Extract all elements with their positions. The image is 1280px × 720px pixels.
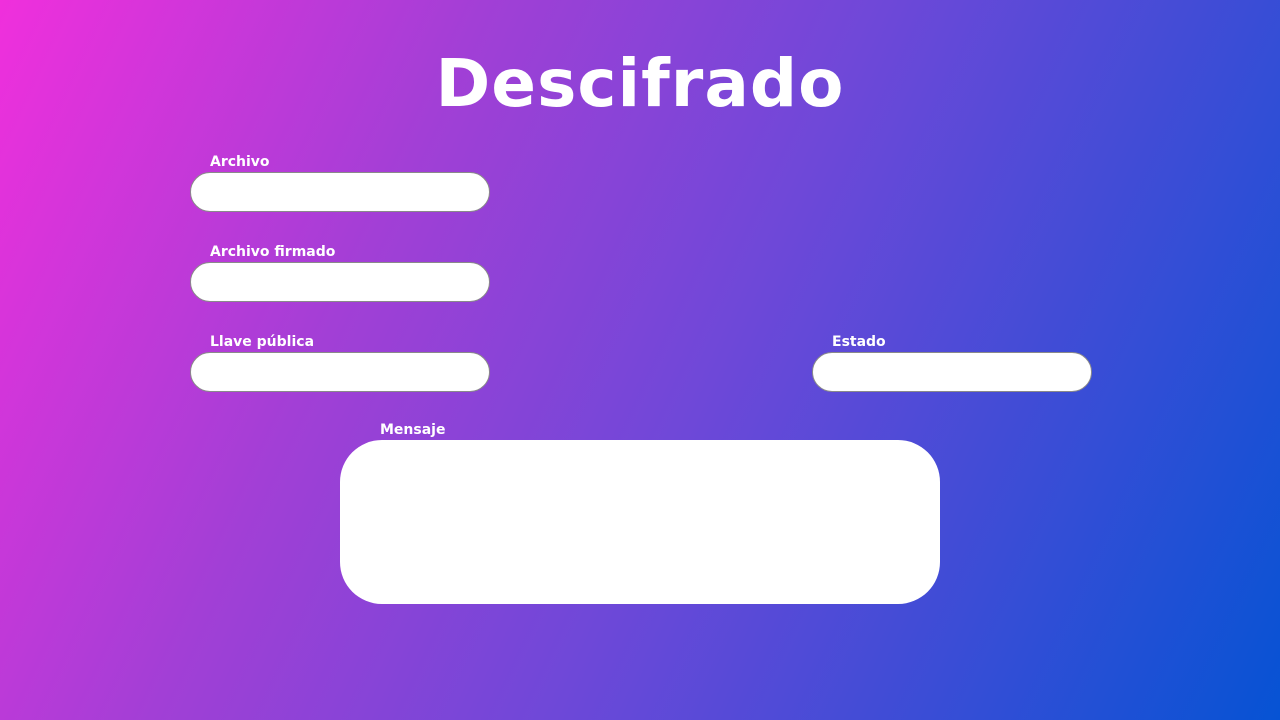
llave-publica-input[interactable] — [190, 352, 490, 392]
llave-publica-label: Llave pública — [210, 334, 315, 350]
page-title: Descifrado — [435, 45, 845, 122]
archivo-firmado-label: Archivo firmado — [210, 244, 336, 260]
mensaje-label: Mensaje — [380, 422, 446, 438]
estado-input[interactable] — [812, 352, 1092, 392]
archivo-input[interactable] — [190, 172, 490, 212]
estado-label: Estado — [832, 334, 886, 350]
archivo-firmado-input[interactable] — [190, 262, 490, 302]
mensaje-textarea[interactable] — [340, 440, 940, 604]
archivo-label: Archivo — [210, 154, 270, 170]
